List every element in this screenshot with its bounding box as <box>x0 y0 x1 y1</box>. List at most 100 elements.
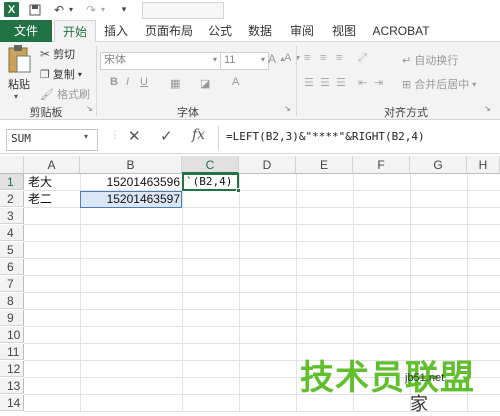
font-name-value: 宋体 <box>104 54 126 66</box>
paste-dropdown-icon[interactable]: ▾ <box>14 92 18 101</box>
formula-input[interactable]: =LEFT(B2,3)&"****"&RIGHT(B2,4) <box>226 130 425 143</box>
row-header-2[interactable]: 2 <box>0 191 24 207</box>
cell-b1[interactable]: 15201463596 <box>82 174 180 190</box>
row-header-7[interactable]: 7 <box>0 276 24 292</box>
cell-c1-active[interactable]: `(B2,4) <box>182 173 239 191</box>
formula-divider <box>218 126 219 150</box>
font-size-value: 11 <box>224 54 236 66</box>
fill-handle[interactable] <box>236 188 241 193</box>
align-top-icon[interactable]: ≡ <box>304 52 310 64</box>
paintbrush-icon: 🖌 <box>40 88 54 101</box>
row-header-4[interactable]: 4 <box>0 225 24 241</box>
merge-center-button[interactable]: ⊞ 合并后居中 ▾ <box>402 76 476 92</box>
row-header-13[interactable]: 13 <box>0 378 24 394</box>
clipboard-group-label: 剪贴板 <box>29 107 63 119</box>
tab-acrobat[interactable]: ACROBAT <box>370 20 432 42</box>
gridline <box>24 224 500 225</box>
row-header-6[interactable]: 6 <box>0 259 24 275</box>
gridline <box>24 258 500 259</box>
alignment-dialog-launcher-icon[interactable]: ↘ <box>484 104 491 113</box>
align-middle-icon[interactable]: ≡ <box>320 52 326 64</box>
format-painter-button[interactable]: 🖌 格式刷 <box>40 86 90 102</box>
increase-indent-icon[interactable]: ⇥ <box>374 76 383 89</box>
align-right-icon[interactable]: ☰ <box>336 76 346 89</box>
fill-color-icon[interactable]: ◪ <box>200 77 210 90</box>
merge-center-dropdown-icon[interactable]: ▾ <box>472 80 476 89</box>
tab-review[interactable]: 审阅 <box>286 20 318 42</box>
align-bottom-icon[interactable]: ≡ <box>336 52 342 64</box>
row-header-14[interactable]: 14 <box>0 395 24 411</box>
row-header-10[interactable]: 10 <box>0 327 24 343</box>
cell-a2[interactable]: 老二 <box>28 191 78 207</box>
watermark-logo: 技术员联盟 <box>300 358 475 398</box>
paste-button[interactable]: 粘贴 <box>6 44 32 92</box>
column-header-g[interactable]: G <box>410 156 467 174</box>
row-header-12[interactable]: 12 <box>0 361 24 377</box>
column-header-a[interactable]: A <box>24 156 80 174</box>
orientation-icon[interactable]: ⤢ <box>358 52 367 65</box>
cell-b2[interactable]: 15201463597 <box>82 191 180 207</box>
decrease-indent-icon[interactable]: ⇤ <box>358 76 367 89</box>
gridline <box>24 343 500 344</box>
redo-dropdown-icon[interactable]: ▾ <box>98 2 108 17</box>
cut-button[interactable]: ✂ 剪切 <box>40 46 75 62</box>
cut-label: 剪切 <box>53 49 76 61</box>
row-header-1[interactable]: 1 <box>0 174 24 190</box>
save-icon[interactable] <box>28 2 42 17</box>
formula-bar: SUM ▾ ⋮ ✕ ✓ fx =LEFT(B2,3)&"****"&RIGHT(… <box>0 122 500 154</box>
align-center-icon[interactable]: ☰ <box>320 76 330 89</box>
merge-center-label: 合并后居中 <box>414 79 470 91</box>
column-header-d[interactable]: D <box>239 156 296 174</box>
column-header-b[interactable]: B <box>80 156 182 174</box>
font-name-box[interactable]: 宋体 ▾ <box>100 52 221 70</box>
copy-icon: ❐ <box>40 68 50 81</box>
borders-icon[interactable]: ▦ <box>170 77 180 90</box>
gridline <box>24 309 500 310</box>
tab-file[interactable]: 文件 <box>0 20 52 42</box>
clipboard-dialog-launcher-icon[interactable]: ↘ <box>86 104 93 113</box>
undo-icon[interactable]: ↶ <box>52 2 66 17</box>
font-color-icon[interactable]: A <box>232 76 239 88</box>
tab-formulas[interactable]: 公式 <box>204 20 236 42</box>
insert-function-icon[interactable]: fx <box>192 127 205 143</box>
name-box-dropdown-icon[interactable]: ▾ <box>84 132 88 141</box>
underline-button[interactable]: U <box>140 76 148 88</box>
tab-view[interactable]: 视图 <box>328 20 360 42</box>
font-name-dropdown-icon[interactable]: ▾ <box>213 53 217 67</box>
italic-button[interactable]: I <box>126 76 129 88</box>
scissors-icon: ✂ <box>40 47 51 61</box>
row-header-11[interactable]: 11 <box>0 344 24 360</box>
font-size-box[interactable]: 11 ▾ <box>220 52 269 70</box>
copy-button[interactable]: ❐ 复制 ▾ <box>40 66 82 82</box>
row-header-8[interactable]: 8 <box>0 293 24 309</box>
tab-insert[interactable]: 插入 <box>100 20 132 42</box>
row-header-5[interactable]: 5 <box>0 242 24 258</box>
font-dialog-launcher-icon[interactable]: ↘ <box>284 104 291 113</box>
font-size-dropdown-icon[interactable]: ▾ <box>261 53 265 67</box>
row-header-3[interactable]: 3 <box>0 208 24 224</box>
row-header-9[interactable]: 9 <box>0 310 24 326</box>
align-left-icon[interactable]: ☰ <box>304 76 314 89</box>
gridline <box>24 292 500 293</box>
wrap-text-button[interactable]: ↵ 自动换行 <box>402 52 458 68</box>
select-all-corner[interactable] <box>0 156 24 174</box>
copy-dropdown-icon[interactable]: ▾ <box>78 70 82 79</box>
redo-icon[interactable]: ↷ <box>84 2 98 17</box>
column-header-f[interactable]: F <box>353 156 410 174</box>
tab-data[interactable]: 数据 <box>244 20 276 42</box>
undo-dropdown-icon[interactable]: ▾ <box>66 2 76 17</box>
cell-a1[interactable]: 老大 <box>28 174 78 190</box>
tab-page-layout[interactable]: 页面布局 <box>140 20 198 42</box>
column-header-h[interactable]: H <box>467 156 500 174</box>
watermark-url: jb51.net <box>405 372 445 384</box>
customize-qat-icon[interactable]: ▾ <box>118 2 130 17</box>
cancel-icon[interactable]: ✕ <box>128 127 141 145</box>
column-header-c[interactable]: C <box>182 156 239 174</box>
title-box <box>142 2 224 19</box>
bold-button[interactable]: B <box>110 76 118 88</box>
group-divider <box>96 46 97 116</box>
gridline <box>24 241 500 242</box>
enter-icon[interactable]: ✓ <box>160 127 173 145</box>
decrease-font-size-button[interactable]: A ▼ <box>284 52 301 64</box>
column-header-e[interactable]: E <box>296 156 353 174</box>
